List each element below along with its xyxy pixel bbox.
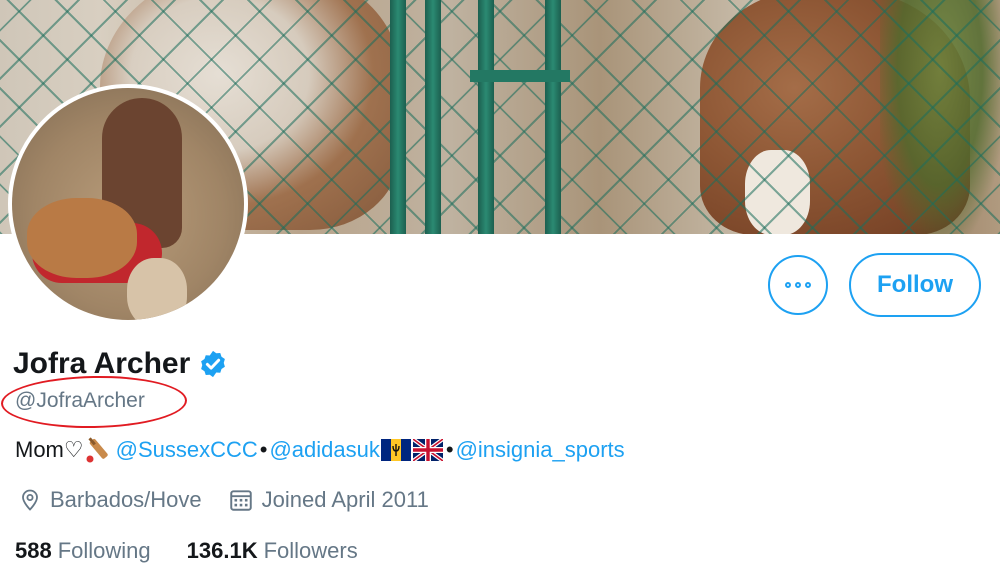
- more-options-button[interactable]: [768, 255, 828, 315]
- banner-fence-post: [425, 0, 441, 234]
- profile-joined-date: Joined April 2011: [261, 487, 429, 512]
- barbados-flag-icon: [380, 439, 411, 461]
- location-pin-icon: [22, 489, 38, 511]
- profile-bio: Mom♡ @SussexCCC • @adidasuk • @insignia_…: [15, 434, 625, 466]
- banner-fence-latch: [470, 70, 570, 82]
- bio-separator: •: [445, 437, 454, 462]
- banner-fence-post: [545, 0, 561, 234]
- banner-fence-post: [390, 0, 406, 234]
- avatar-puppy-white: [127, 258, 187, 320]
- more-options-icon: [795, 282, 801, 288]
- bio-prefix: Mom♡: [15, 437, 84, 462]
- banner-fence-post: [478, 0, 494, 234]
- verified-badge-icon: [201, 350, 226, 378]
- following-label: Following: [57, 538, 151, 563]
- following-stat-link[interactable]: 588 Following: [15, 538, 151, 564]
- follow-button[interactable]: Follow: [849, 253, 981, 317]
- mention-insignia-sports-link[interactable]: @insignia_sports: [456, 437, 625, 463]
- mention-sussexccc-link[interactable]: @SussexCCC: [116, 437, 258, 463]
- uk-flag-icon: [412, 439, 443, 461]
- more-options-icon: [785, 282, 791, 288]
- followers-label: Followers: [263, 538, 358, 563]
- more-options-icon: [805, 282, 811, 288]
- mention-adidasuk-link[interactable]: @adidasuk: [269, 437, 379, 463]
- following-count: 588: [15, 538, 52, 563]
- profile-location: Barbados/Hove: [50, 487, 202, 512]
- avatar-puppy: [27, 198, 137, 278]
- followers-stat-link[interactable]: 136.1K Followers: [187, 538, 358, 564]
- profile-stats: 588 Following 136.1K Followers: [15, 536, 358, 566]
- bio-separator: •: [259, 437, 268, 462]
- cricket-bat-icon: [86, 437, 108, 463]
- profile-avatar[interactable]: [8, 84, 248, 324]
- followers-count: 136.1K: [186, 538, 258, 563]
- calendar-icon: [229, 490, 252, 511]
- profile-meta: Barbados/Hove Joined April 2011: [18, 485, 429, 515]
